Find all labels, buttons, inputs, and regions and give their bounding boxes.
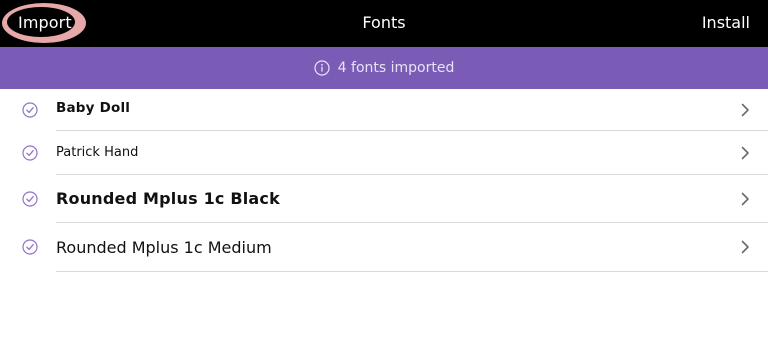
banner-text: 4 fonts imported <box>337 60 455 76</box>
font-list: Baby Doll Patrick Hand Rounded Mplus 1c … <box>0 89 768 272</box>
navigation-bar: Import Fonts Install <box>0 0 768 47</box>
chevron-right-icon <box>741 146 749 160</box>
info-circle-icon <box>314 60 330 76</box>
chevron-right-icon <box>741 192 749 206</box>
check-circle-icon <box>22 191 38 207</box>
chevron-right-icon <box>741 103 749 117</box>
chevron-right-icon <box>741 240 749 254</box>
row-divider <box>56 271 768 272</box>
font-row-rounded-mplus-black[interactable]: Rounded Mplus 1c Black <box>0 175 768 223</box>
check-circle-icon <box>22 102 38 118</box>
font-row-baby-doll[interactable]: Baby Doll <box>0 89 768 131</box>
page-title: Fonts <box>362 13 406 32</box>
font-name: Patrick Hand <box>56 145 139 160</box>
import-status-banner: 4 fonts imported <box>0 47 768 89</box>
font-name: Rounded Mplus 1c Medium <box>56 238 272 257</box>
install-button[interactable]: Install <box>702 13 750 32</box>
font-row-patrick-hand[interactable]: Patrick Hand <box>0 131 768 175</box>
font-row-rounded-mplus-medium[interactable]: Rounded Mplus 1c Medium <box>0 223 768 272</box>
font-name: Rounded Mplus 1c Black <box>56 189 280 208</box>
check-circle-icon <box>22 145 38 161</box>
font-name: Baby Doll <box>56 100 131 116</box>
check-circle-icon <box>22 239 38 255</box>
